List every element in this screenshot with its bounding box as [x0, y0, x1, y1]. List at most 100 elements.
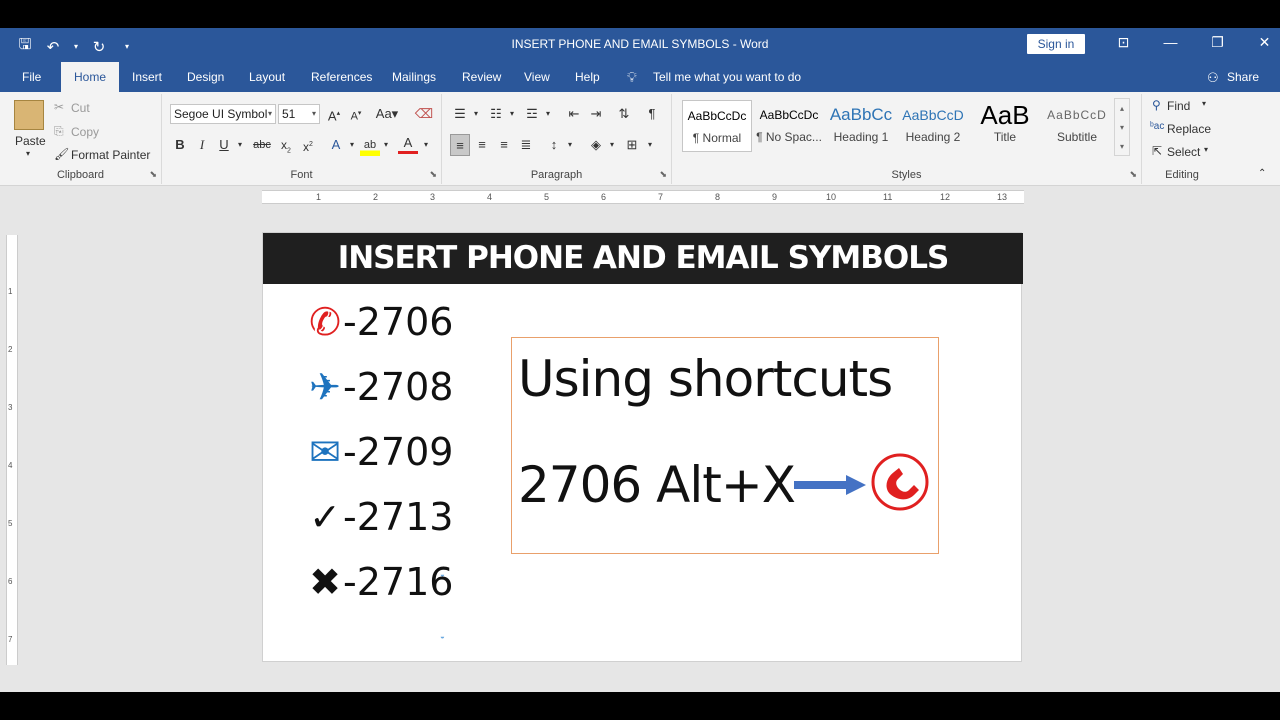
find-button[interactable]: Find	[1167, 99, 1190, 113]
multilevel-dropdown-icon[interactable]: ▾	[538, 103, 558, 125]
anchor-marker-icon: ◒	[440, 632, 445, 641]
tab-mailings[interactable]: Mailings	[392, 62, 436, 92]
select-button[interactable]: Select	[1167, 145, 1200, 159]
vruler-label: 3	[8, 403, 13, 412]
replace-button[interactable]: Replace	[1167, 122, 1211, 136]
sort-icon[interactable]: ⇅	[614, 103, 634, 125]
font-launcher-icon[interactable]: ⬊	[429, 169, 437, 180]
style-heading-1[interactable]: AaBbCc Heading 1	[826, 100, 896, 152]
ruler-label: 8	[715, 192, 721, 202]
style-no-spacing[interactable]: AaBbCcDc ¶ No Spac...	[754, 100, 824, 152]
italic-icon[interactable]: I	[192, 134, 212, 156]
borders-dropdown-icon[interactable]: ▾	[640, 134, 660, 156]
highlight-dropdown-icon[interactable]: ▾	[376, 134, 396, 156]
text-effects-dropdown-icon[interactable]: ▾	[342, 134, 362, 156]
style-preview: AaB	[980, 100, 1030, 130]
shortcut-title: Using shortcuts	[518, 350, 893, 408]
font-color-icon[interactable]: A	[398, 134, 418, 154]
sign-in-button[interactable]: Sign in	[1027, 34, 1085, 54]
style-normal[interactable]: AaBbCcDc ¶ Normal	[682, 100, 752, 152]
phone-circle-icon: ✆	[309, 300, 341, 344]
ruler-label: 13	[997, 192, 1008, 202]
font-size-combo[interactable]: 51 ▾	[278, 104, 320, 124]
tab-file[interactable]: File	[22, 62, 41, 92]
change-case-icon[interactable]: Aa▾	[372, 103, 402, 125]
style-heading-2[interactable]: AaBbCcD Heading 2	[898, 100, 968, 152]
vruler-label: 7	[8, 635, 13, 644]
copy-icon: ⎘	[54, 124, 64, 138]
vertical-ruler[interactable]: 1 2 3 4 5 6 7	[6, 235, 18, 665]
subscript-icon[interactable]: x2	[276, 134, 296, 156]
ribbon-display-options-icon[interactable]: ⊡	[1100, 34, 1147, 51]
style-subtitle[interactable]: AaBbCcD Subtitle	[1042, 100, 1112, 152]
align-right-icon[interactable]: ≡	[494, 134, 514, 156]
styles-scroll[interactable]: ▴ ▾ ▾	[1114, 98, 1130, 156]
bullets-dropdown-icon[interactable]: ▾	[466, 103, 486, 125]
styles-group: AaBbCcDc ¶ Normal AaBbCcDc ¶ No Spac... …	[672, 94, 1142, 184]
tab-design[interactable]: Design	[187, 62, 224, 92]
tab-insert[interactable]: Insert	[132, 62, 162, 92]
cut-button[interactable]: Cut	[71, 101, 90, 115]
shading-dropdown-icon[interactable]: ▾	[602, 134, 622, 156]
find-icon: ⚲	[1152, 98, 1161, 112]
paste-dropdown-icon[interactable]: ▾	[26, 149, 30, 158]
maximize-button[interactable]: ❐	[1194, 34, 1241, 51]
chevron-down-icon[interactable]: ▾	[312, 105, 316, 123]
tell-me-search[interactable]: Tell me what you want to do	[653, 62, 801, 92]
document-page[interactable]: INSERT PHONE AND EMAIL SYMBOLS ✆ -2706 ✈…	[262, 232, 1023, 662]
styles-launcher-icon[interactable]: ⬊	[1129, 169, 1137, 180]
select-dropdown-icon[interactable]: ▾	[1204, 145, 1208, 154]
underline-dropdown-icon[interactable]: ▾	[230, 134, 250, 156]
increase-indent-icon[interactable]: ⇥	[586, 103, 606, 125]
format-painter-button[interactable]: Format Painter	[71, 148, 150, 162]
grow-font-icon[interactable]: A▴	[324, 103, 344, 125]
clear-formatting-icon[interactable]: ⌫	[414, 103, 434, 125]
style-preview: AaBbCc	[829, 105, 893, 124]
tab-references[interactable]: References	[311, 62, 372, 92]
numbering-dropdown-icon[interactable]: ▾	[502, 103, 522, 125]
chevron-down-icon[interactable]: ▾	[268, 105, 272, 123]
find-dropdown-icon[interactable]: ▾	[1202, 99, 1206, 108]
clipboard-launcher-icon[interactable]: ⬊	[149, 169, 157, 180]
lightbulb-icon: 💡︎	[627, 69, 637, 85]
align-center-icon[interactable]: ≡	[472, 134, 492, 156]
tab-review[interactable]: Review	[462, 62, 501, 92]
style-title[interactable]: AaB Title	[970, 100, 1040, 152]
decrease-indent-icon[interactable]: ⇤	[564, 103, 584, 125]
show-formatting-marks-icon[interactable]: ¶	[642, 103, 662, 125]
paragraph-launcher-icon[interactable]: ⬊	[659, 169, 667, 180]
ruler-label: 10	[826, 192, 837, 202]
copy-button[interactable]: Copy	[71, 125, 99, 139]
collapse-ribbon-icon[interactable]: ⌃	[1258, 168, 1266, 179]
ruler-label: 11	[883, 192, 893, 202]
font-color-dropdown-icon[interactable]: ▾	[416, 134, 436, 156]
symbol-row: ✉ -2709	[307, 427, 453, 477]
bold-icon[interactable]: B	[170, 134, 190, 156]
borders-icon[interactable]: ⊞	[622, 134, 642, 156]
tab-view[interactable]: View	[524, 62, 550, 92]
align-left-icon[interactable]: ≡	[450, 134, 470, 156]
close-button[interactable]: ✕	[1241, 34, 1280, 51]
shrink-font-icon[interactable]: A▾	[346, 103, 366, 125]
tab-layout[interactable]: Layout	[249, 62, 285, 92]
paragraph-label: Paragraph	[530, 169, 583, 181]
share-button[interactable]: Share	[1227, 62, 1259, 92]
justify-icon[interactable]: ≣	[516, 134, 536, 156]
line-spacing-dropdown-icon[interactable]: ▾	[560, 134, 580, 156]
window-title: INSERT PHONE AND EMAIL SYMBOLS - Word	[511, 37, 769, 51]
ruler-label: 7	[658, 192, 664, 202]
styles-label: Styles	[891, 169, 922, 181]
paste-button[interactable]: Paste	[15, 134, 46, 148]
strikethrough-icon[interactable]: abc	[252, 134, 272, 156]
vruler-label: 4	[8, 461, 13, 470]
paste-icon[interactable]	[14, 100, 44, 130]
tab-help[interactable]: Help	[575, 62, 600, 92]
font-name-combo[interactable]: Segoe UI Symbol ▾	[170, 104, 276, 124]
minimize-button[interactable]: —	[1147, 34, 1194, 51]
editing-group: ⚲ Find ▾ ᵇac Replace ⇱ Select ▾ Editing	[1142, 94, 1222, 184]
tab-home[interactable]: Home	[61, 62, 120, 92]
ruler-label: 5	[544, 192, 550, 202]
horizontal-ruler[interactable]: 1 2 3 4 5 6 7 8 9 10 11 12 13	[262, 190, 1024, 204]
superscript-icon[interactable]: x2	[298, 134, 318, 156]
shortcut-textbox[interactable]: Using shortcuts 2706 Alt+X	[511, 337, 939, 554]
